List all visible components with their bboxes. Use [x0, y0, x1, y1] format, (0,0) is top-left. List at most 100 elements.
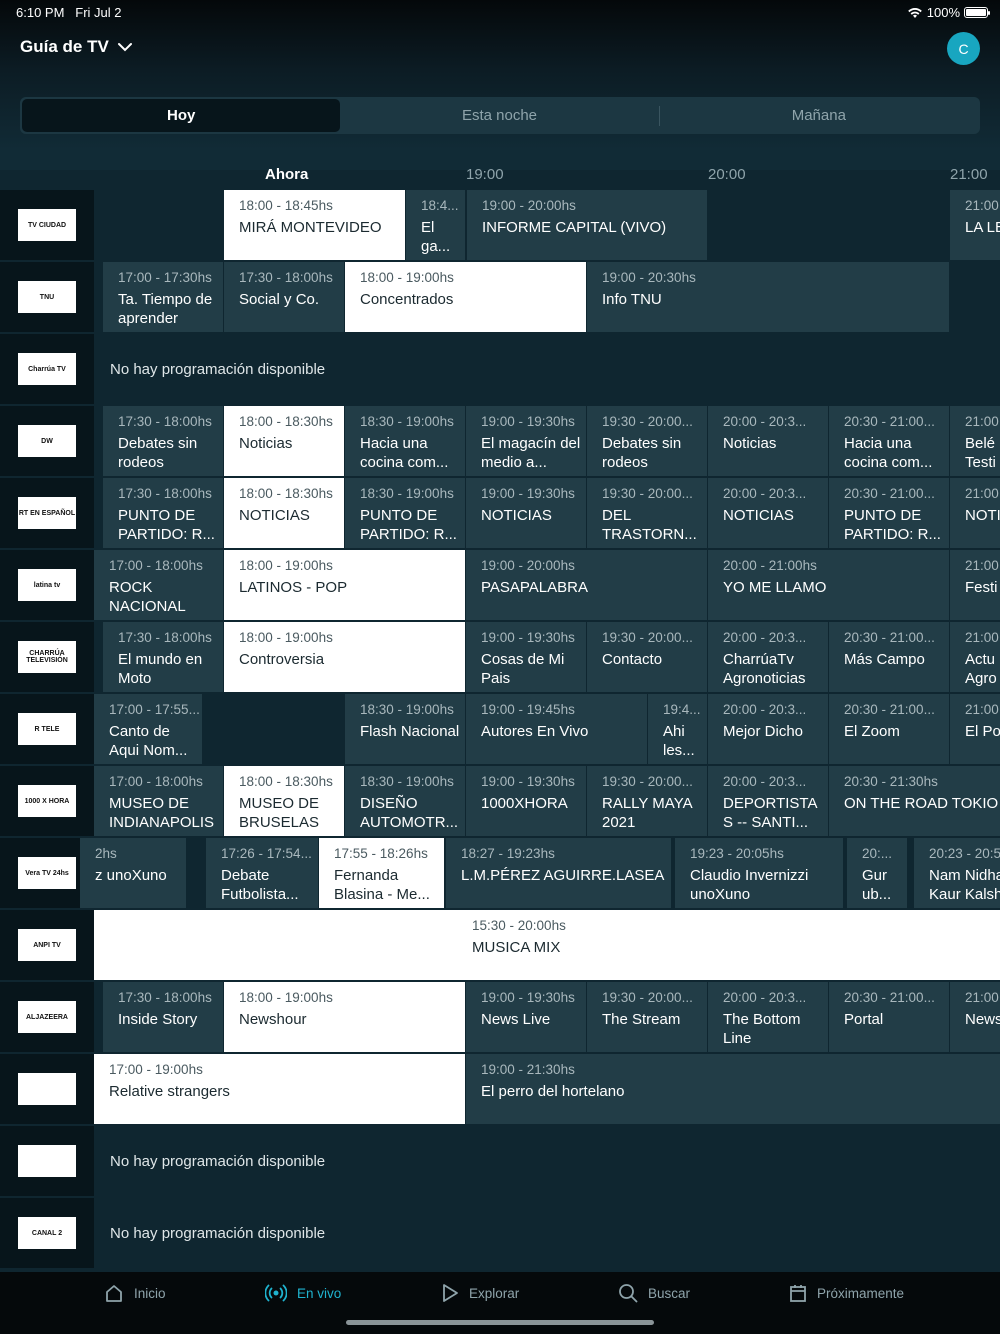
program-cell[interactable]: 19:30 - 20:00... Debates sin rodeos — [587, 406, 707, 476]
program-time: 17:55 - 18:26hs — [334, 846, 428, 861]
channel-logo-cell[interactable]: 1000 X HORA — [0, 766, 94, 836]
channel-logo-cell[interactable]: R TELE — [0, 694, 94, 764]
program-title: Info TNU — [602, 291, 662, 308]
program-cell[interactable]: 18:30 - 19:00hs Flash Nacional — [345, 694, 465, 764]
channel-logo-cell[interactable]: ANPI TV — [0, 910, 94, 980]
program-cell[interactable]: 19:30 - 20:00... DEL TRASTORN... — [587, 478, 707, 548]
channel-logo-cell[interactable]: latina tv — [0, 550, 94, 620]
channel-logo-cell[interactable] — [0, 1126, 94, 1196]
program-cell[interactable]: 19:00 - 19:30hs NOTICIAS — [466, 478, 586, 548]
program-cell[interactable]: 17:55 - 18:26hs Fernanda Blasina - Me... — [319, 838, 444, 908]
program-cell[interactable]: 20:00 - 20:3... The Bottom Line — [708, 982, 828, 1052]
program-title: Belé Testi — [965, 435, 996, 471]
program-cell[interactable]: 19:4... Ahi les... — [648, 694, 707, 764]
program-cell[interactable]: 17:30 - 18:00hs PUNTO DE PARTIDO: R... — [103, 478, 223, 548]
nav-buscar[interactable]: Buscar — [618, 1283, 690, 1303]
channel-logo-cell[interactable]: CANAL 2 — [0, 1198, 94, 1268]
program-cell[interactable]: 21:00 NOTI — [950, 478, 1000, 548]
nav-proximamente[interactable]: Próximamente — [789, 1283, 904, 1303]
program-cell[interactable]: 20:00 - 20:3... Noticias — [708, 406, 828, 476]
search-icon — [619, 1284, 638, 1303]
program-title: Relative strangers — [109, 1083, 230, 1100]
program-cell[interactable]: 17:00 - 18:00hs ROCK NACIONAL — [94, 550, 223, 620]
program-cell[interactable]: 21:00 Belé Testi — [950, 406, 1000, 476]
program-cell[interactable]: 20:30 - 21:30hs ON THE ROAD TOKIO — [829, 766, 1000, 836]
program-cell[interactable]: 17:00 - 17:55... Canto de Aqui Nom... — [94, 694, 202, 764]
program-cell[interactable]: 19:00 - 21:30hs El perro del hortelano — [466, 1054, 1000, 1124]
program-cell[interactable]: 19:00 - 19:30hs 1000XHORA — [466, 766, 586, 836]
channel-logo-cell[interactable]: CHARRÚA TELEVISIÓN — [0, 622, 94, 692]
avatar[interactable]: C — [947, 32, 980, 65]
guide-title-dropdown[interactable]: Guía de TV — [20, 37, 133, 57]
program-cell[interactable]: 18:00 - 18:30hs NOTICIAS — [224, 478, 344, 548]
program-cell[interactable]: 17:26 - 17:54... Debate Futbolista... — [206, 838, 318, 908]
program-cell[interactable]: 20:00 - 20:3... NOTICIAS — [708, 478, 828, 548]
program-cell[interactable]: 20:00 - 20:3... Mejor Dicho — [708, 694, 828, 764]
program-cell[interactable]: 20:23 - 20:5 Nam Nidha Kaur Kalsh — [914, 838, 1000, 908]
program-cell[interactable]: 2hs z unoXuno — [80, 838, 186, 908]
channel-logo-cell[interactable]: ALJAZEERA — [0, 982, 94, 1052]
program-cell[interactable]: 18:00 - 18:30hs MUSEO DE BRUSELAS — [224, 766, 344, 836]
program-cell[interactable]: 19:30 - 20:00... The Stream — [587, 982, 707, 1052]
program-cell[interactable]: 17:30 - 18:00hs El mundo en Moto — [103, 622, 223, 692]
nav-inicio-label: Inicio — [134, 1285, 166, 1301]
program-cell[interactable]: 17:00 - 19:00hs Relative strangers — [94, 1054, 465, 1124]
program-cell[interactable]: 20:00 - 21:00hs YO ME LLAMO — [708, 550, 949, 620]
program-cell[interactable]: 19:30 - 20:00... Contacto — [587, 622, 707, 692]
channel-logo-cell[interactable]: DW — [0, 406, 94, 476]
channel-logo-cell[interactable]: TNU — [0, 262, 94, 332]
channel-logo-cell[interactable] — [0, 1054, 94, 1124]
program-cell[interactable]: 19:00 - 20:00hs INFORME CAPITAL (VIVO) — [467, 190, 707, 260]
program-cell[interactable]: 20:30 - 21:00... Portal — [829, 982, 949, 1052]
nav-inicio[interactable]: Inicio — [104, 1283, 166, 1303]
program-cell[interactable]: 15:30 - 20:00hs MUSICA MIX — [94, 910, 1000, 980]
program-cell[interactable]: 21:00 El Po — [950, 694, 1000, 764]
program-cell[interactable]: 19:23 - 20:05hs Claudio Invernizzi unoXun… — [675, 838, 843, 908]
program-cell[interactable]: 20:00 - 20:3... CharrúaTv Agronoticias — [708, 622, 828, 692]
program-cell[interactable]: 18:30 - 19:00hs Hacia una cocina com... — [345, 406, 465, 476]
program-cell[interactable]: 20:30 - 21:00... El Zoom — [829, 694, 949, 764]
program-cell[interactable]: 18:00 - 18:30hs Noticias — [224, 406, 344, 476]
tab-hoy[interactable]: Hoy — [22, 99, 341, 132]
program-time: 20:30 - 21:00... — [844, 414, 935, 429]
program-cell[interactable]: 20:30 - 21:00... Hacia una cocina com... — [829, 406, 949, 476]
program-cell[interactable]: 20:00 - 20:3... DEPORTISTA S -- SANTI... — [708, 766, 828, 836]
channel-logo-cell[interactable]: RT EN ESPAÑOL — [0, 478, 94, 548]
program-cell[interactable]: 19:00 - 19:45hs Autores En Vivo — [466, 694, 647, 764]
channel-logo-cell[interactable]: Charrúa TV — [0, 334, 94, 404]
tab-esta-noche[interactable]: Esta noche — [340, 99, 658, 132]
program-cell[interactable]: 18:30 - 19:00hs DISEÑO AUTOMOTR... — [345, 766, 465, 836]
program-cell[interactable]: 19:00 - 19:30hs El magacín del medio a... — [466, 406, 586, 476]
program-cell[interactable]: 19:00 - 19:30hs News Live — [466, 982, 586, 1052]
program-cell[interactable]: 18:00 - 19:00hs Controversia — [224, 622, 465, 692]
program-cell[interactable]: 18:00 - 19:00hs LATINOS - POP — [224, 550, 465, 620]
program-cell[interactable]: 18:00 - 18:45hs MIRÁ MONTEVIDEO — [224, 190, 405, 260]
program-cell[interactable]: 19:30 - 20:00... RALLY MAYA 2021 — [587, 766, 707, 836]
program-cell[interactable]: 18:00 - 19:00hs Concentrados — [345, 262, 586, 332]
program-cell[interactable]: 18:27 - 19:23hs L.M.PÉREZ AGUIRRE.LASEA — [446, 838, 671, 908]
no-program-text: No hay programación disponible — [110, 1153, 326, 1170]
program-cell[interactable]: 20:30 - 21:00... PUNTO DE PARTIDO: R... — [829, 478, 949, 548]
program-cell[interactable]: 20:30 - 21:00... Más Campo — [829, 622, 949, 692]
program-cell[interactable]: 20:... Gur ub... — [847, 838, 907, 908]
program-cell[interactable]: 17:30 - 18:00hs Inside Story — [103, 982, 223, 1052]
program-cell[interactable]: 19:00 - 20:30hs Info TNU — [587, 262, 949, 332]
program-cell[interactable]: 21:00 Actu Agro — [950, 622, 1000, 692]
program-cell[interactable]: 17:30 - 18:00hs Social y Co. — [224, 262, 344, 332]
program-cell[interactable]: 17:00 - 18:00hs MUSEO DE INDIANAPOLIS — [94, 766, 223, 836]
program-cell[interactable]: 19:00 - 19:30hs Cosas de Mi Pais — [466, 622, 586, 692]
program-cell[interactable]: 21:00 Festi — [950, 550, 1000, 620]
program-cell[interactable]: 19:00 - 20:00hs PASAPALABRA — [466, 550, 707, 620]
tab-manana[interactable]: Mañana — [660, 99, 978, 132]
program-title: Nam Nidha Kaur Kalsh — [929, 867, 1000, 903]
nav-explorar[interactable]: Explorar — [441, 1283, 519, 1303]
program-cell[interactable]: 21:00 News — [950, 982, 1000, 1052]
program-cell[interactable]: 21:00 LA LE — [950, 190, 1000, 260]
program-cell[interactable]: 18:00 - 19:00hs Newshour — [224, 982, 465, 1052]
program-cell[interactable]: 18:30 - 19:00hs PUNTO DE PARTIDO: R... — [345, 478, 465, 548]
program-cell[interactable]: 18:4... El ga... — [406, 190, 465, 260]
channel-logo-cell[interactable]: TV CIUDAD — [0, 190, 94, 260]
nav-en-vivo[interactable]: En vivo — [265, 1283, 341, 1303]
program-cell[interactable]: 17:00 - 17:30hs Ta. Tiempo de aprender — [103, 262, 223, 332]
program-cell[interactable]: 17:30 - 18:00hs Debates sin rodeos — [103, 406, 223, 476]
